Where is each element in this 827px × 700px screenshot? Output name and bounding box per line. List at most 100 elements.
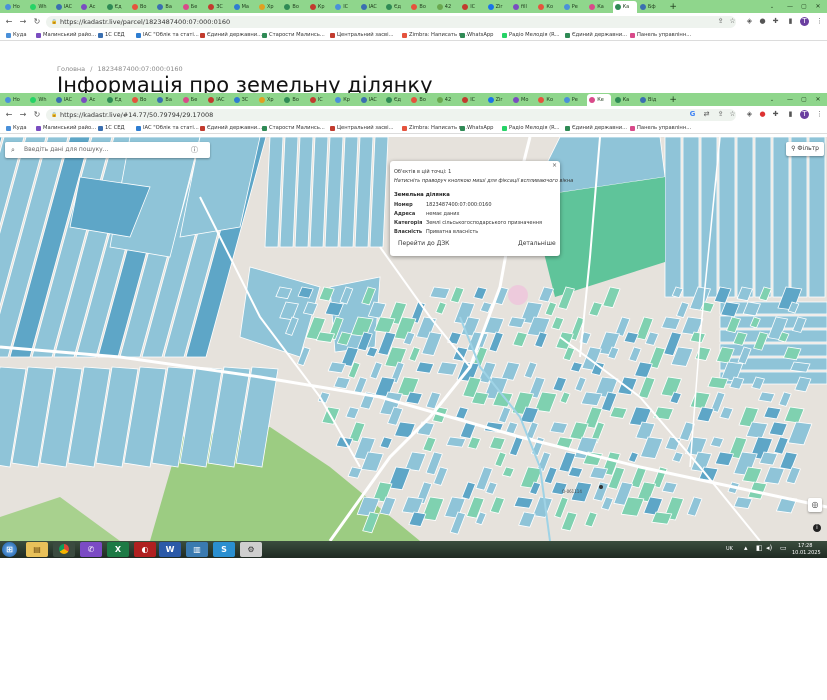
bg-url-field[interactable]: 🔒 https://kadastr.live/parcel/1823487400…: [46, 16, 736, 28]
bookmark-item[interactable]: Панель управлінн...: [630, 123, 691, 133]
land-parcel[interactable]: [494, 451, 507, 468]
puzzle-icon[interactable]: ✚: [771, 17, 780, 26]
land-parcel[interactable]: [664, 137, 682, 298]
new-tab-icon[interactable]: +: [665, 94, 689, 106]
avatar[interactable]: Т: [800, 110, 809, 119]
browser-tab[interactable]: Ва: [155, 1, 179, 13]
land-parcel[interactable]: [694, 346, 712, 361]
browser-tab[interactable]: Кр: [308, 1, 332, 13]
minimize-icon[interactable]: —: [784, 1, 796, 13]
tray-arrow-icon[interactable]: ▴: [744, 544, 748, 552]
browser-tab[interactable]: Zir: [486, 1, 510, 13]
browser-tab[interactable]: Ка: [612, 1, 637, 13]
land-parcel[interactable]: [714, 451, 735, 467]
land-parcel[interactable]: [324, 137, 344, 248]
land-parcel[interactable]: [609, 406, 628, 419]
land-parcel[interactable]: [682, 137, 700, 298]
browser-tab[interactable]: IAC: [54, 1, 78, 13]
info-icon[interactable]: ⓘ: [191, 142, 198, 158]
viber-icon[interactable]: ✆: [80, 542, 102, 557]
excel-icon[interactable]: X: [107, 542, 129, 557]
land-parcel[interactable]: [707, 376, 729, 390]
tab-search-icon[interactable]: ⌄: [766, 1, 778, 13]
land-parcel[interactable]: [436, 361, 458, 376]
network-icon[interactable]: ◧: [756, 544, 763, 552]
browser-tab[interactable]: Від: [638, 94, 662, 106]
browser-tab[interactable]: Бе: [181, 1, 205, 13]
browser-tab[interactable]: Ко: [536, 1, 560, 13]
bookmark-item[interactable]: Zimbra: Написать п...: [402, 30, 467, 40]
land-parcel[interactable]: [455, 406, 469, 420]
sidepanel-icon[interactable]: ▮: [786, 17, 795, 26]
browser-tab[interactable]: Но: [3, 1, 27, 13]
browser-tab[interactable]: Во: [409, 94, 433, 106]
land-parcel[interactable]: [736, 137, 754, 298]
land-parcel[interactable]: [353, 376, 368, 395]
close-icon[interactable]: ✕: [812, 94, 824, 106]
browser-tab[interactable]: Ко: [536, 94, 560, 106]
star-icon[interactable]: ☆: [728, 17, 737, 26]
land-parcel[interactable]: [429, 286, 451, 300]
word-icon[interactable]: W: [159, 542, 181, 557]
forward-icon[interactable]: →: [18, 109, 28, 121]
land-parcel[interactable]: [485, 481, 498, 495]
land-parcel[interactable]: [449, 286, 465, 304]
browser-tab[interactable]: Ке: [587, 94, 612, 106]
clock-date[interactable]: 10.01.2025: [792, 549, 821, 557]
reload-icon[interactable]: ↻: [32, 16, 42, 28]
land-parcel[interactable]: [574, 376, 587, 392]
land-parcel[interactable]: [513, 496, 534, 509]
browser-tab[interactable]: Єд: [384, 1, 408, 13]
land-parcel[interactable]: [550, 316, 565, 331]
land-parcel[interactable]: [294, 137, 314, 248]
browser-tab[interactable]: Ка: [613, 94, 637, 106]
browser-tab[interactable]: IAC: [206, 94, 230, 106]
land-parcel[interactable]: [401, 496, 424, 515]
land-parcel[interactable]: [763, 466, 785, 485]
close-icon[interactable]: ×: [552, 162, 557, 169]
browser-tab[interactable]: ІС: [333, 1, 357, 13]
land-parcel[interactable]: [554, 496, 569, 519]
browser-tab[interactable]: Ва: [155, 94, 179, 106]
land-parcel[interactable]: [264, 137, 284, 248]
forward-icon[interactable]: →: [18, 16, 28, 28]
land-parcel[interactable]: [461, 481, 476, 500]
land-parcel[interactable]: [671, 451, 684, 463]
land-parcel[interactable]: [763, 406, 782, 420]
bookmark-item[interactable]: Єдиний державни...: [565, 30, 627, 40]
bookmark-item[interactable]: IAC "Облік та статі...: [136, 30, 199, 40]
land-parcel[interactable]: [628, 346, 642, 363]
back-icon[interactable]: ←: [4, 109, 14, 121]
browser-tab[interactable]: Во: [282, 94, 306, 106]
details-link[interactable]: Детальніше: [518, 240, 556, 247]
land-parcel[interactable]: [445, 436, 467, 448]
land-parcel[interactable]: [327, 361, 347, 374]
browser-tab[interactable]: Єд: [384, 94, 408, 106]
land-parcel[interactable]: [549, 421, 569, 434]
bookmark-item[interactable]: WhatsApp: [460, 123, 493, 133]
bookmark-item[interactable]: Єдиний державни...: [565, 123, 627, 133]
land-parcel[interactable]: [602, 286, 621, 309]
land-parcel[interactable]: [347, 466, 363, 479]
close-icon[interactable]: ✕: [812, 1, 824, 13]
tab-search-icon[interactable]: ⌄: [766, 94, 778, 106]
browser-tab[interactable]: ІС: [460, 94, 484, 106]
star-icon[interactable]: ☆: [728, 110, 737, 119]
land-parcel[interactable]: [543, 466, 558, 485]
land-parcel[interactable]: [569, 421, 589, 441]
land-parcel[interactable]: [700, 137, 718, 298]
browser-tab[interactable]: Но: [3, 94, 27, 106]
land-parcel[interactable]: [709, 436, 725, 448]
bookmark-item[interactable]: WhatsApp: [460, 30, 493, 40]
share-icon[interactable]: ⇪: [716, 110, 725, 119]
bookmark-item[interactable]: 1С СЕД: [98, 30, 125, 40]
land-parcel[interactable]: [783, 406, 805, 424]
menu-icon[interactable]: ⋮: [815, 110, 824, 119]
land-parcel[interactable]: [790, 137, 808, 298]
menu-icon[interactable]: ⋮: [815, 17, 824, 26]
bookmark-item[interactable]: Радіо Мелодія (R...: [502, 123, 560, 133]
browser-tab[interactable]: ЗС: [206, 1, 230, 13]
extension-icon[interactable]: ◈: [745, 110, 754, 119]
land-parcel[interactable]: [661, 316, 681, 330]
land-parcel[interactable]: [523, 361, 538, 379]
